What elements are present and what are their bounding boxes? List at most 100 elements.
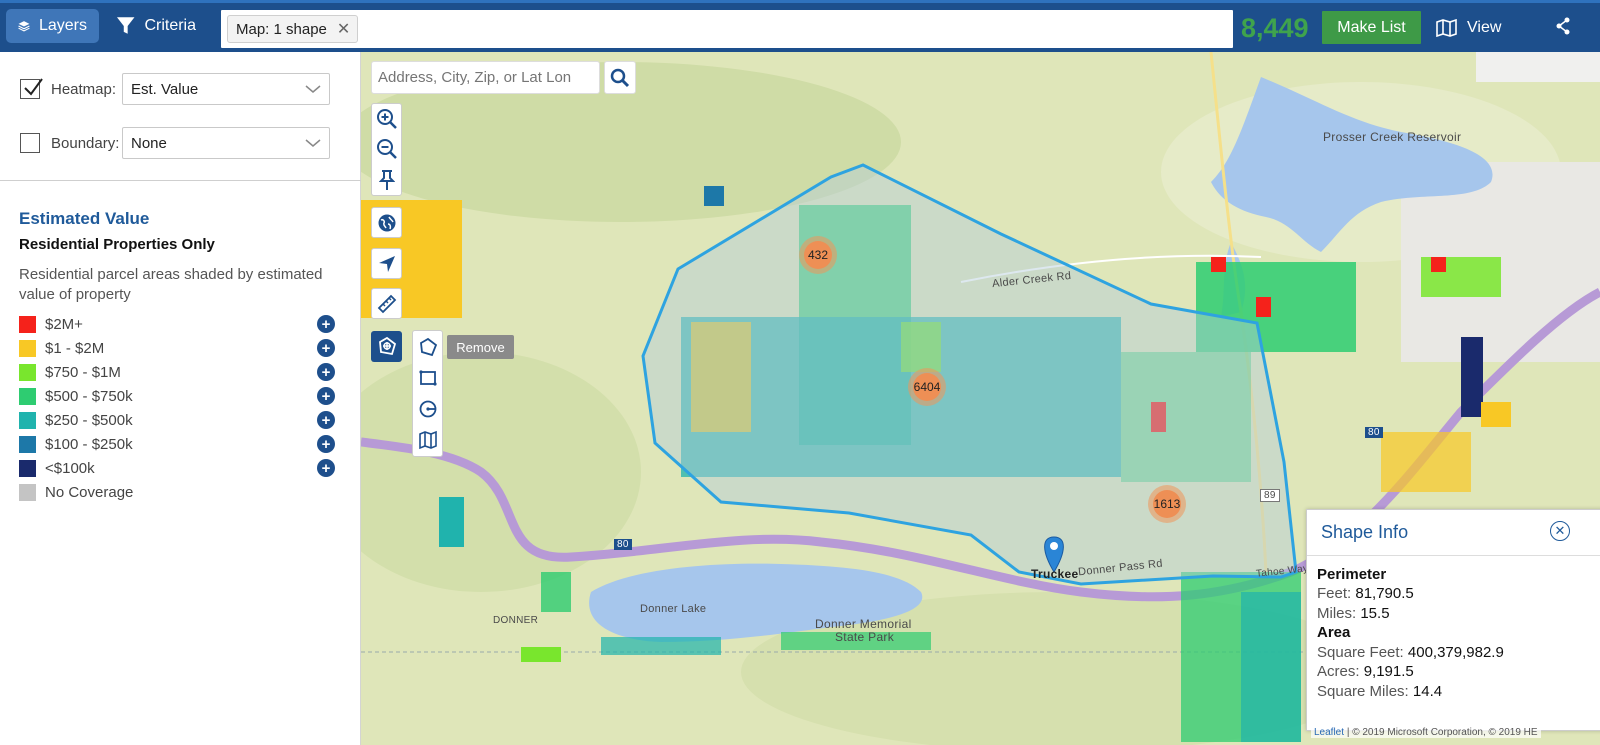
address-search-input[interactable] [371, 61, 600, 94]
legend-item: $250 - $500k + [19, 410, 335, 430]
leaflet-link[interactable]: Leaflet [1314, 727, 1344, 738]
legend-swatch [19, 435, 36, 453]
radius-tool[interactable] [416, 397, 440, 421]
criteria-button[interactable]: Criteria [104, 9, 208, 43]
legend-item-label: No Coverage [45, 483, 134, 501]
perimeter-miles: Miles: 15.5 [1317, 605, 1390, 622]
map-label-donner-park-1: Donner Memorial [815, 617, 912, 631]
cluster-marker[interactable]: 1613 [1148, 485, 1186, 523]
legend-item: No Coverage [19, 482, 335, 502]
draw-shape-button[interactable] [371, 331, 402, 362]
perimeter-feet: Feet: 81,790.5 [1317, 585, 1414, 602]
chip-close-icon[interactable]: ✕ [337, 19, 350, 39]
add-filter-icon[interactable]: + [317, 435, 335, 453]
cluster-marker[interactable]: 6404 [908, 368, 946, 406]
layers-button[interactable]: Layers [6, 9, 99, 43]
boundary-select-value: None [131, 134, 167, 152]
map-label-reservoir: Prosser Creek Reservoir [1323, 130, 1462, 144]
filter-icon [116, 17, 135, 34]
map-style-button[interactable] [371, 207, 402, 238]
view-label: View [1467, 18, 1502, 36]
rectangle-icon [419, 370, 437, 386]
legend-item: $750 - $1M + [19, 362, 335, 382]
legend-title: Estimated Value [19, 209, 150, 228]
zoom-in-icon[interactable] [376, 108, 398, 130]
boundary-checkbox[interactable] [20, 133, 40, 153]
criteria-label: Criteria [144, 17, 196, 34]
legend-subtitle: Residential Properties Only [19, 236, 215, 253]
zoom-out-icon[interactable] [376, 138, 398, 160]
shape-info-panel: Shape Info ✕ Perimeter Feet: 81,790.5 Mi… [1306, 509, 1600, 731]
sqmi-label: Square Miles: [1317, 683, 1409, 700]
legend-item: $500 - $750k + [19, 386, 335, 406]
sqft-value: 400,379,982.9 [1407, 644, 1504, 661]
add-filter-icon[interactable]: + [317, 459, 335, 477]
miles-label: Miles: [1317, 605, 1357, 622]
acres-label: Acres: [1317, 663, 1360, 680]
legend-item-label: $2M+ [45, 315, 83, 333]
chevron-down-icon [305, 85, 321, 93]
legend-item: $1 - $2M + [19, 338, 335, 358]
boundary-select[interactable]: None [122, 127, 330, 159]
map-label-donner-town: DONNER [493, 615, 539, 626]
add-filter-icon[interactable]: + [317, 387, 335, 405]
sidebar-divider [0, 180, 361, 181]
attribution-text: | © 2019 Microsoft Corporation, © 2019 H… [1346, 727, 1538, 738]
map-label-donner-lake: Donner Lake [640, 603, 707, 615]
view-button[interactable]: View [1436, 11, 1501, 44]
map-label-hwy-80b: 80 [1365, 427, 1383, 438]
layers-icon [18, 21, 30, 32]
filter-chip[interactable]: Map: 1 shape ✕ [227, 15, 359, 43]
close-icon[interactable]: ✕ [1550, 521, 1570, 541]
map-view[interactable]: Prosser Creek Reservoir Alder Creek Rd D… [361, 52, 1600, 745]
measure-button[interactable] [371, 288, 402, 319]
area-acres: Acres: 9,191.5 [1317, 663, 1414, 680]
rectangle-tool[interactable] [416, 366, 440, 390]
heatmap-checkbox[interactable] [20, 78, 43, 99]
cluster-marker[interactable]: 432 [799, 236, 837, 274]
boundary-tool[interactable] [416, 428, 440, 452]
legend-swatch [19, 483, 36, 501]
legend-swatch [19, 339, 36, 357]
map-outline-icon [419, 430, 437, 450]
globe-icon [378, 214, 395, 231]
polygon-icon [420, 337, 438, 357]
map-label-hwy-80a: 80 [614, 539, 632, 550]
zoom-control-group [371, 103, 402, 196]
boundary-label: Boundary: [51, 134, 120, 152]
shape-info-title: Shape Info [1321, 522, 1409, 542]
map-search-button[interactable] [604, 61, 636, 94]
feet-value: 81,790.5 [1355, 585, 1414, 602]
search-icon [610, 68, 630, 87]
filter-search-bar[interactable]: Map: 1 shape ✕ [221, 10, 1233, 48]
legend-item: $100 - $250k + [19, 434, 335, 454]
add-filter-icon[interactable]: + [317, 363, 335, 381]
location-arrow-icon [378, 255, 395, 272]
add-filter-icon[interactable]: + [317, 411, 335, 429]
legend-item-label: $250 - $500k [45, 411, 133, 429]
make-list-button[interactable]: Make List [1322, 11, 1421, 44]
area-heading: Area [1317, 624, 1351, 641]
shape-info-divider [1307, 555, 1600, 556]
layers-sidebar: Heatmap: Est. Value Boundary: None Estim… [0, 52, 361, 745]
feet-label: Feet: [1317, 585, 1352, 602]
pushpin-icon[interactable] [378, 169, 395, 191]
remove-tooltip[interactable]: Remove [447, 335, 514, 359]
top-bar: Layers Criteria Map: 1 shape ✕ 8,449 Mak… [0, 0, 1600, 52]
polygon-tool[interactable] [416, 335, 440, 359]
legend-item-label: <$100k [45, 459, 95, 477]
add-filter-icon[interactable]: + [317, 315, 335, 333]
map-label-truckee: Truckee [1031, 567, 1079, 581]
heatmap-select[interactable]: Est. Value [122, 73, 330, 105]
result-count: 8,449 [1241, 13, 1309, 43]
locate-button[interactable] [371, 248, 402, 279]
sqft-label: Square Feet: [1317, 644, 1404, 661]
draw-polygon-icon [378, 336, 396, 355]
chevron-down-icon [305, 139, 321, 147]
legend-item-label: $100 - $250k [45, 435, 133, 453]
legend-item: <$100k + [19, 458, 335, 478]
legend-item-label: $500 - $750k [45, 387, 133, 405]
add-filter-icon[interactable]: + [317, 339, 335, 357]
acres-value: 9,191.5 [1363, 663, 1414, 680]
share-icon[interactable] [1556, 17, 1570, 40]
